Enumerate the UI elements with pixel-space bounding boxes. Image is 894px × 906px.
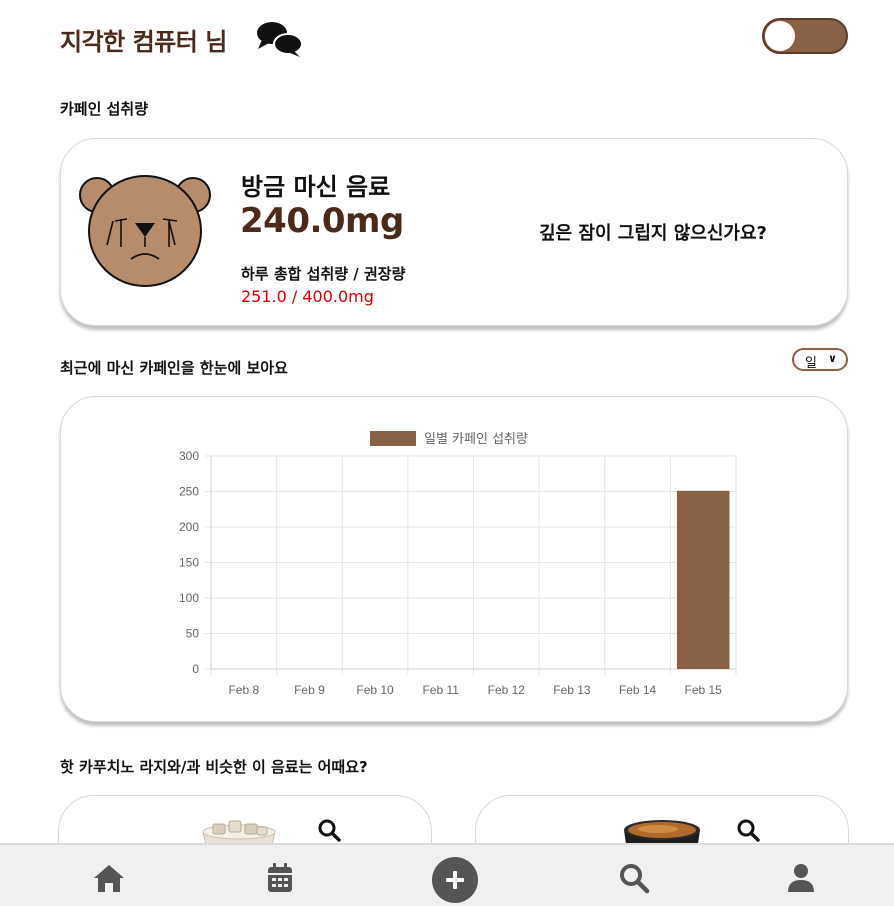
header: 지각한 컴퓨터 님	[0, 0, 894, 80]
period-select-value: 일	[805, 356, 817, 371]
recent-drink-caffeine: 240.0mg	[240, 201, 404, 241]
y-tick-label: 0	[192, 662, 199, 676]
home-icon[interactable]	[92, 861, 126, 895]
x-tick-label: Feb 9	[294, 683, 325, 697]
caffeine-section-title: 카페인 섭취량	[60, 100, 149, 118]
chat-bubbles-icon[interactable]	[254, 18, 304, 58]
search-icon[interactable]	[736, 818, 760, 842]
y-tick-label: 150	[179, 556, 199, 570]
x-tick-label: Feb 14	[619, 683, 657, 697]
history-section-title: 최근에 마신 카페인을 한눈에 보아요	[60, 359, 288, 377]
y-tick-label: 250	[179, 485, 199, 499]
recent-drink-label: 방금 마신 음료	[241, 173, 391, 201]
period-select[interactable]: 일 ∨	[792, 348, 848, 371]
caffeine-chart-card: 0 50 100 150 200 250 300 Feb 8 Feb 9 Feb 10 Feb 11…	[60, 396, 848, 722]
daily-total-value: 251.0 / 400.0mg	[241, 287, 374, 306]
search-icon[interactable]	[317, 818, 341, 842]
crying-bear-icon	[79, 175, 211, 287]
x-tick-label: Feb 12	[488, 683, 526, 697]
chevron-down-icon: ∨	[828, 352, 837, 365]
toggle-knob[interactable]	[765, 21, 795, 51]
caffeine-bar-chart: 0 50 100 150 200 250 300 Feb 8 Feb 9 Feb 10 Feb 11…	[179, 431, 737, 697]
plus-circle-icon[interactable]	[432, 857, 478, 903]
y-tick-label: 100	[179, 591, 199, 605]
bottom-nav	[0, 843, 894, 906]
theme-toggle[interactable]	[762, 18, 848, 54]
y-tick-label: 300	[179, 449, 199, 463]
x-tick-label: Feb 13	[553, 683, 591, 697]
user-icon[interactable]	[784, 861, 818, 895]
greeting-title: 지각한 컴퓨터 님	[60, 28, 227, 56]
y-tick-label: 200	[179, 520, 199, 534]
y-tick-label: 50	[186, 627, 200, 641]
legend-swatch	[370, 431, 416, 446]
caffeine-summary-card: 방금 마신 음료 240.0mg 하루 총합 섭취량 / 권장량 251.0 /…	[60, 138, 848, 326]
calendar-icon[interactable]	[263, 861, 297, 895]
bar	[676, 490, 730, 669]
x-tick-label: Feb 15	[685, 683, 723, 697]
daily-total-label: 하루 총합 섭취량 / 권장량	[241, 265, 406, 283]
caffeine-message: 깊은 잠이 그립지 않으신가요?	[539, 223, 767, 244]
x-tick-label: Feb 10	[356, 683, 394, 697]
x-tick-label: Feb 8	[228, 683, 259, 697]
x-tick-label: Feb 11	[422, 683, 459, 697]
legend-label: 일별 카페인 섭취량	[424, 432, 528, 447]
search-icon[interactable]	[617, 861, 651, 895]
recommend-section-title: 핫 카푸치노 라지와/과 비슷한 이 음료는 어때요?	[60, 758, 368, 776]
